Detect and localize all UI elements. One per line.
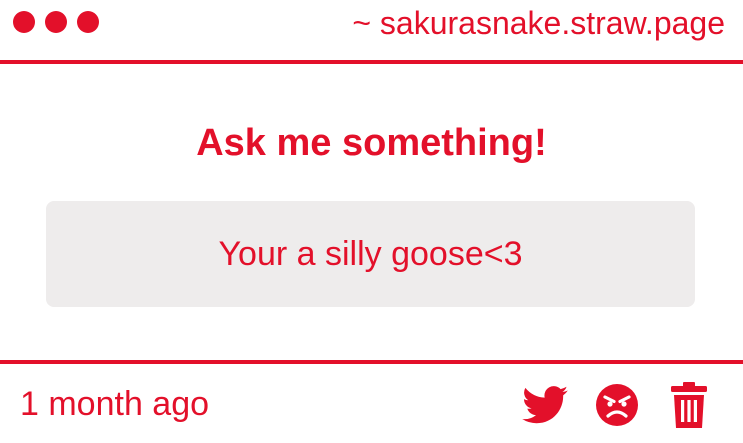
question-box: Your a silly goose<3 (46, 201, 695, 307)
question-text: Your a silly goose<3 (218, 235, 523, 273)
footer-divider (0, 360, 743, 364)
twitter-bird-icon (522, 386, 568, 424)
window-dot-1 (13, 11, 35, 33)
trash-icon (671, 382, 707, 428)
timestamp: 1 month ago (20, 385, 210, 423)
report-button[interactable] (593, 381, 641, 429)
window-controls (13, 11, 99, 33)
share-twitter-button[interactable] (521, 381, 569, 429)
title-bar: ~ sakurasnake.straw.page (0, 0, 743, 60)
window-dot-2 (45, 11, 67, 33)
action-bar (521, 380, 713, 430)
site-url[interactable]: ~ sakurasnake.straw.page (352, 4, 725, 42)
angry-face-icon (596, 384, 638, 426)
window-dot-3 (77, 11, 99, 33)
delete-button[interactable] (665, 381, 713, 429)
header-divider (0, 60, 743, 64)
question-card: ~ sakurasnake.straw.page Ask me somethin… (0, 0, 743, 443)
page-title: Ask me something! (196, 122, 547, 164)
